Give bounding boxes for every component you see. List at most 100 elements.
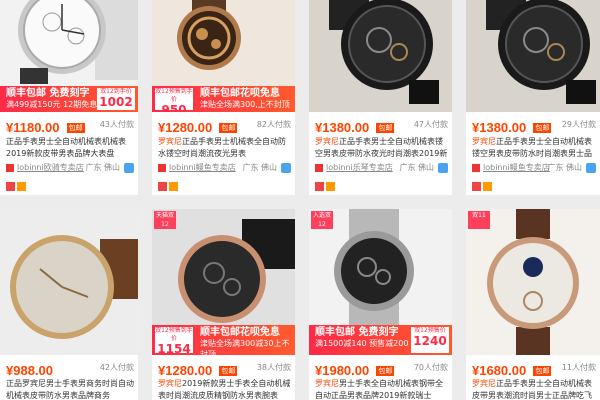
product-card-5[interactable]: ¥988.00 42人付款 正品罗宾尼男士手表男商务时尚自动机械表皮带防水男表品… xyxy=(0,209,138,400)
guarantee-icon xyxy=(17,182,26,191)
product-title: 正品罗宾尼男士手表男商务时尚自动机械表皮带防水男表品牌商务 xyxy=(6,379,134,400)
product-card-2[interactable]: 双12预售到手价 950 顺丰包邮花呗免息 津贴全场满300,上不封顶 ¥128… xyxy=(152,0,295,195)
shop-icon xyxy=(472,164,480,172)
promo-banner: 顺丰包邮 免费刻字 满1500减140 预售减200 双12预售价 1240 xyxy=(309,325,452,355)
watch-image xyxy=(466,0,600,112)
brand-highlight: 罗宾尼 xyxy=(158,379,182,388)
chat-icon[interactable] xyxy=(281,163,291,173)
watch-image xyxy=(309,0,452,112)
brand-highlight: 罗宾尼 xyxy=(472,379,496,388)
product-image[interactable]: 天猫双12 双12预售到手价 1154 顺丰包邮花呗免息 津贴全场满300减30… xyxy=(152,209,295,355)
shop-link[interactable]: lobinni欧骑专卖店 xyxy=(17,163,84,172)
location: 广东 佛山 xyxy=(242,163,277,172)
product-price: ¥1280.00 xyxy=(158,363,213,378)
product-title: 正品手表男士全自动机械表机械表2019新款皮带男表品牌大表盘 xyxy=(6,137,126,158)
free-shipping-tag: 包邮 xyxy=(533,366,552,376)
brand-highlight: 罗宾尼 xyxy=(315,379,339,388)
shop-link[interactable]: lobinni鳗鱼专卖店 xyxy=(169,163,236,172)
product-image[interactable] xyxy=(466,0,600,112)
sales-count: 70人付款 xyxy=(413,363,448,372)
free-shipping-tag: 包邮 xyxy=(219,366,238,376)
promo-line1: 顺丰包邮 免费刻字 xyxy=(6,88,90,99)
shop-icon xyxy=(6,164,14,172)
shop-icon xyxy=(315,164,323,172)
promo-line2: 满499减150元 12期免息 xyxy=(6,100,98,109)
product-title-link[interactable]: 正品罗宾尼男士手表男商务时尚自动机械表皮带防水男表品牌商务 xyxy=(6,378,134,400)
promo-price: 1002 xyxy=(99,95,133,109)
chat-icon[interactable] xyxy=(438,163,448,173)
product-image[interactable]: 双12预售到手价 950 顺丰包邮花呗免息 津贴全场满300,上不封顶 xyxy=(152,0,295,112)
promo-line2: 满1500减140 预售减200 xyxy=(315,339,409,348)
tmall-icon xyxy=(158,182,167,191)
watch-image xyxy=(466,209,600,355)
product-card-8[interactable]: 双11 ¥1680.00 包邮 11人付款 罗宾尼正品手表男士全自动机械表皮带男… xyxy=(466,209,600,400)
promo-banner: 顺丰包邮 免费刻字 满499减150元 12期免息 双12到手价 1002 xyxy=(0,86,138,112)
sales-count: 29人付款 xyxy=(561,120,596,129)
product-image[interactable] xyxy=(309,0,452,112)
promo-line1: 顺丰包邮花呗免息 xyxy=(200,88,280,99)
location: 广东 佛山 xyxy=(85,163,120,172)
product-image[interactable]: 顺丰包邮 免费刻字 满499减150元 12期免息 双12到手价 1002 xyxy=(0,0,138,112)
promo-line1: 顺丰包邮花呗免息 xyxy=(200,327,280,338)
shop-icon xyxy=(158,164,166,172)
promo-price-box: 双12预售到手价 950 xyxy=(155,88,193,113)
brand-highlight: 罗宾尼 xyxy=(472,137,496,146)
guarantee-icon xyxy=(326,182,335,191)
product-title-link[interactable]: 罗宾尼2019新款男士手表全自动机械表时尚潮流皮质精钢防水男表腕表 xyxy=(158,378,291,400)
product-card-3[interactable]: ¥1380.00 包邮 47人付款 罗宾尼正品手表男士全自动机械表镂空男表皮带防… xyxy=(309,0,452,195)
sales-count: 43人付款 xyxy=(99,120,134,129)
tmall-icon xyxy=(6,182,15,191)
sales-count: 82人付款 xyxy=(256,120,291,129)
service-icons xyxy=(472,176,494,191)
product-title-link[interactable]: 罗宾尼正品手表男士全自动机械表镂空男表皮带防水时尚潮表男士品牌2019新款 xyxy=(472,136,596,160)
free-shipping-tag: 包邮 xyxy=(376,123,395,133)
product-price: ¥1280.00 xyxy=(158,120,213,135)
promo-price-label: 双12预售到手价 xyxy=(155,327,193,342)
chat-icon[interactable] xyxy=(124,163,134,173)
promo-badge: 双11 xyxy=(468,211,490,229)
guarantee-icon xyxy=(169,182,178,191)
location: 广东 佛山 xyxy=(547,163,582,172)
product-image[interactable]: 入选双12 顺丰包邮 免费刻字 满1500减140 预售减200 双12预售价 … xyxy=(309,209,452,355)
free-shipping-tag: 包邮 xyxy=(376,366,395,376)
service-icons xyxy=(315,176,337,191)
promo-price: 1240 xyxy=(413,334,447,348)
sales-count: 47人付款 xyxy=(413,120,448,129)
sales-count: 38人付款 xyxy=(256,363,291,372)
promo-price: 1154 xyxy=(157,342,191,356)
product-title-link[interactable]: 罗宾尼男士手表全自动机械表钢带全自动正品男表品牌2019新款瑞士 xyxy=(315,378,448,400)
promo-banner: 双12预售到手价 1154 顺丰包邮花呗免息 津贴全场满300减30上不封顶 xyxy=(152,325,295,355)
watch-image xyxy=(0,209,138,355)
free-shipping-tag: 包邮 xyxy=(533,123,552,133)
product-price: ¥1380.00 xyxy=(472,120,527,135)
promo-price-box: 双12到手价 1002 xyxy=(97,88,135,110)
product-image[interactable] xyxy=(0,209,138,355)
product-title-link[interactable]: 罗宾尼正品手表男士机械表全自动防水镂空时尚潮流夜光男表 xyxy=(158,136,291,160)
product-title-link[interactable]: 罗宾尼正品手表男士全自动机械表皮带男表潮流时尚男士正品牌吃飞轮 xyxy=(472,378,596,400)
product-card-1[interactable]: 顺丰包邮 免费刻字 满499减150元 12期免息 双12到手价 1002 ¥1… xyxy=(0,0,138,195)
product-card-6[interactable]: 天猫双12 双12预售到手价 1154 顺丰包邮花呗免息 津贴全场满300减30… xyxy=(152,209,295,400)
sales-count: 11人付款 xyxy=(561,363,596,372)
promo-price-label: 双12预售到手价 xyxy=(155,88,193,103)
guarantee-icon xyxy=(483,182,492,191)
chat-icon[interactable] xyxy=(586,163,596,173)
product-card-7[interactable]: 入选双12 顺丰包邮 免费刻字 满1500减140 预售减200 双12预售价 … xyxy=(309,209,452,400)
service-icons xyxy=(6,176,28,191)
product-title-link[interactable]: 正品手表男士全自动机械表机械表2019新款皮带男表品牌大表盘 xyxy=(6,136,134,160)
brand-highlight: 罗宾尼 xyxy=(158,137,182,146)
product-price: ¥1180.00 xyxy=(6,120,60,135)
shop-link[interactable]: lobinni鳗鱼专卖店 xyxy=(483,163,550,172)
product-card-4[interactable]: ¥1380.00 包邮 29人付款 罗宾尼正品手表男士全自动机械表镂空男表皮带防… xyxy=(466,0,600,195)
promo-line2: 津贴全场满300减30上不封顶 xyxy=(200,339,290,355)
promo-line1: 顺丰包邮 免费刻字 xyxy=(315,327,399,338)
promo-badge: 天猫双12 xyxy=(154,211,176,229)
shop-link[interactable]: lobinni乐琴专卖店 xyxy=(326,163,393,172)
product-price: ¥1980.00 xyxy=(315,363,370,378)
product-price: ¥1680.00 xyxy=(472,363,527,378)
tmall-icon xyxy=(315,182,324,191)
product-image[interactable]: 双11 xyxy=(466,209,600,355)
promo-price: 950 xyxy=(161,103,187,113)
service-icons xyxy=(158,176,180,191)
brand-highlight: 罗宾尼 xyxy=(315,137,339,146)
product-title-link[interactable]: 罗宾尼正品手表男士全自动机械表镂空男表皮带防水夜光时尚潮表2019新款 xyxy=(315,136,448,160)
